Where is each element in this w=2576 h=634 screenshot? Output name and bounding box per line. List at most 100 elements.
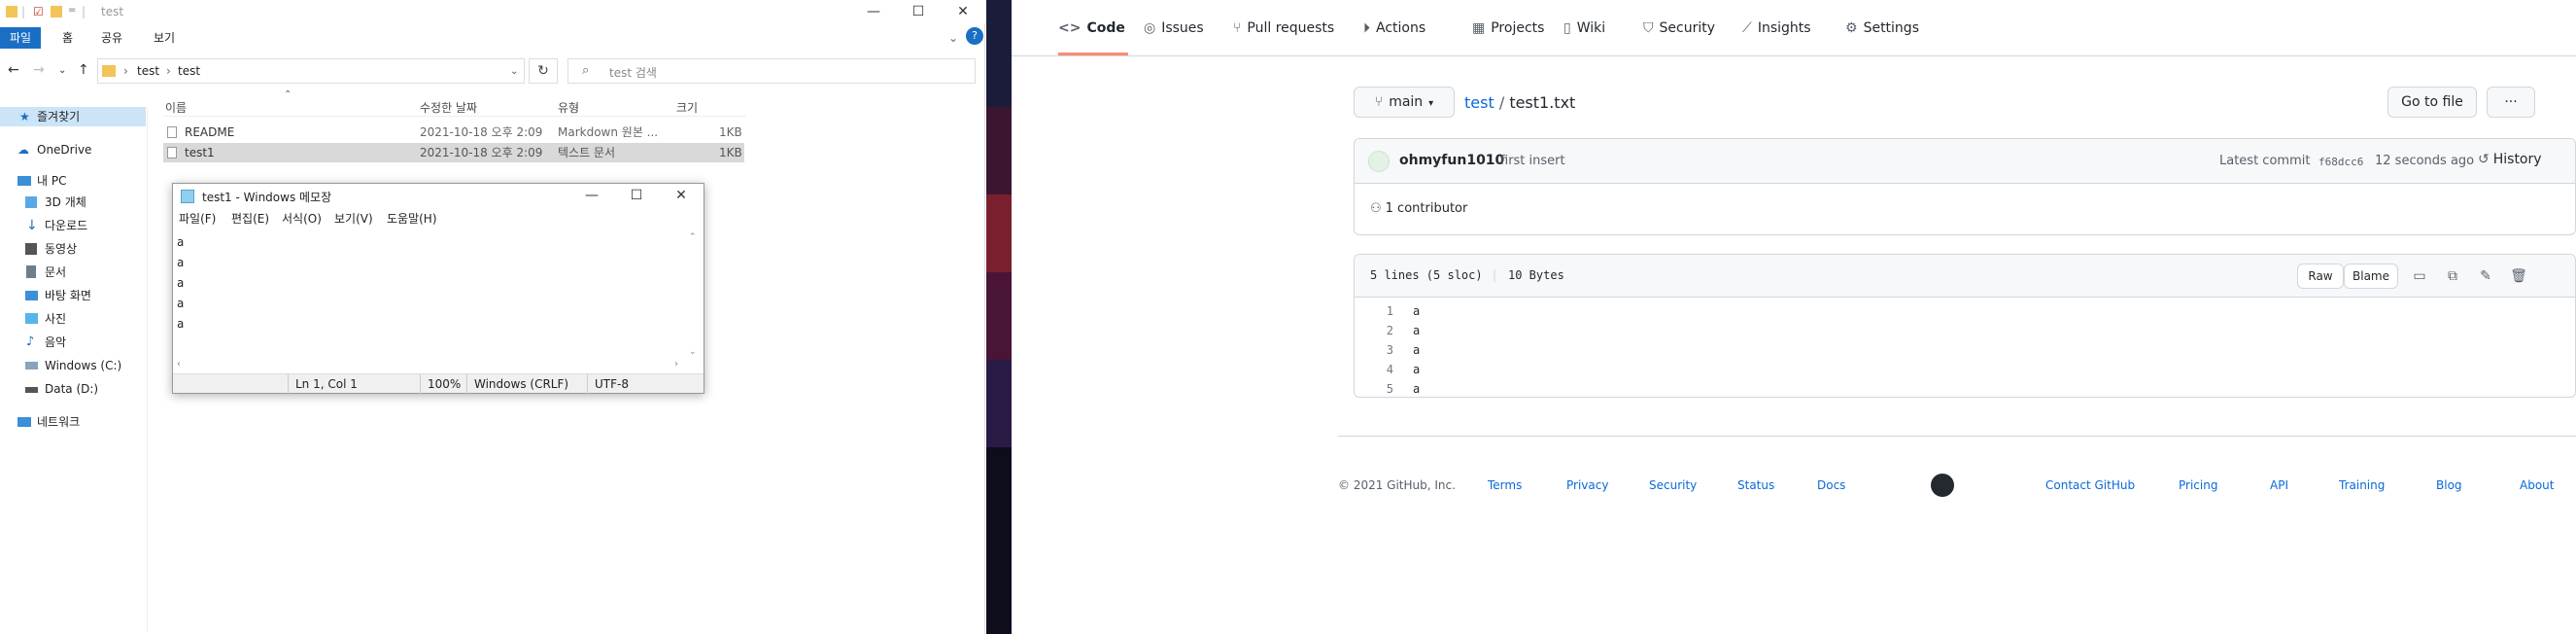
properties-icon[interactable]: ☑ bbox=[33, 5, 44, 18]
copy-icon[interactable]: ⧉ bbox=[2443, 266, 2462, 286]
breadcrumb-item[interactable]: test bbox=[137, 64, 159, 78]
code-line: 2a bbox=[1355, 321, 2575, 340]
tab-home[interactable]: 홈 bbox=[62, 29, 73, 47]
line-content: a bbox=[1413, 304, 1421, 318]
notepad-minimize-button[interactable]: — bbox=[569, 184, 614, 209]
nav-item-music[interactable]: ♪ 음악 bbox=[0, 333, 146, 352]
tab-security[interactable]: ⛉ Security bbox=[1643, 20, 1715, 40]
address-bar[interactable]: › test › test ⌄ bbox=[97, 58, 525, 84]
status-line-ending: Windows (CRLF) bbox=[474, 377, 569, 391]
minimize-button[interactable]: — bbox=[851, 0, 896, 23]
go-to-file-button[interactable]: Go to file bbox=[2387, 87, 2477, 118]
menu-edit[interactable]: 편집(E) bbox=[231, 210, 269, 227]
blame-button[interactable]: Blame bbox=[2344, 264, 2398, 289]
history-link[interactable]: ↺ History bbox=[2478, 152, 2542, 167]
raw-button[interactable]: Raw bbox=[2297, 264, 2344, 289]
tab-projects[interactable]: ▦ Projects bbox=[1472, 20, 1544, 40]
footer-link-training[interactable]: Training bbox=[2339, 478, 2385, 492]
nav-item-quick-access[interactable]: ★ 즐겨찾기 bbox=[0, 107, 146, 126]
nav-item-pictures[interactable]: 사진 bbox=[0, 309, 146, 329]
tab-actions[interactable]: ⏵ Actions bbox=[1363, 20, 1425, 40]
nav-item-onedrive[interactable]: ☁ OneDrive bbox=[0, 140, 146, 159]
avatar[interactable] bbox=[1368, 151, 1390, 172]
nav-item-drive-c[interactable]: Windows (C:) bbox=[0, 356, 146, 375]
footer-link-blog[interactable]: Blog bbox=[2436, 478, 2462, 492]
tab-issues[interactable]: ◎ Issues bbox=[1144, 20, 1204, 40]
nav-item-3d-objects[interactable]: 3D 개체 bbox=[0, 193, 146, 212]
menu-view[interactable]: 보기(V) bbox=[334, 210, 373, 227]
line-number[interactable]: 2 bbox=[1355, 321, 1393, 340]
maximize-button[interactable]: ☐ bbox=[896, 0, 941, 23]
column-type[interactable]: 유형 bbox=[558, 99, 579, 116]
menu-help[interactable]: 도움말(H) bbox=[387, 210, 437, 227]
footer-link-status[interactable]: Status bbox=[1737, 478, 1774, 492]
desktop-icon[interactable]: ▭ bbox=[2410, 266, 2429, 286]
chevron-down-icon[interactable]: ⌄ bbox=[510, 66, 518, 77]
horizontal-scrollbar[interactable]: ‹ › bbox=[173, 359, 686, 372]
repo-link[interactable]: test bbox=[1464, 93, 1494, 112]
footer-link-terms[interactable]: Terms bbox=[1488, 478, 1522, 492]
menu-format[interactable]: 서식(O) bbox=[282, 210, 322, 227]
footer-link-pricing[interactable]: Pricing bbox=[2179, 478, 2217, 492]
column-size[interactable]: 크기 bbox=[676, 99, 698, 116]
footer-link-contact[interactable]: Contact GitHub bbox=[2045, 478, 2135, 492]
search-box[interactable]: ⌕ test 검색 bbox=[567, 58, 976, 84]
line-number[interactable]: 4 bbox=[1355, 360, 1393, 379]
branch-selector-button[interactable]: ⑂ main ▾ bbox=[1354, 87, 1455, 118]
file-row-readme[interactable]: README 2021-10-18 오후 2:09 Markdown 원본 ..… bbox=[163, 123, 744, 142]
commit-author[interactable]: ohmyfun1010 bbox=[1399, 153, 1504, 168]
tab-pull-requests[interactable]: ⑂ Pull requests bbox=[1233, 20, 1334, 40]
column-date[interactable]: 수정한 날짜 bbox=[420, 99, 477, 116]
commit-sha[interactable]: f68dcc6 bbox=[2318, 156, 2363, 168]
forward-arrow-icon[interactable]: → bbox=[33, 62, 45, 78]
github-logo-icon[interactable] bbox=[1931, 474, 1954, 497]
tab-insights[interactable]: ⟋ Insights bbox=[1742, 20, 1811, 40]
footer-link-api[interactable]: API bbox=[2270, 478, 2288, 492]
pencil-icon[interactable]: ✎ bbox=[2476, 266, 2495, 286]
tab-view[interactable]: 보기 bbox=[154, 29, 175, 47]
search-input[interactable]: test 검색 bbox=[609, 64, 657, 81]
column-name[interactable]: 이름 bbox=[165, 99, 187, 116]
customize-quick-access-icon[interactable]: = bbox=[68, 5, 76, 16]
footer-link-docs[interactable]: Docs bbox=[1817, 478, 1845, 492]
nav-item-downloads[interactable]: ↓ 다운로드 bbox=[0, 216, 146, 235]
contributors-link[interactable]: ⚇ 1 contributor bbox=[1370, 201, 1467, 216]
vertical-scrollbar[interactable]: ⌃ ⌄ bbox=[686, 232, 702, 359]
chevron-down-icon[interactable]: ⌄ bbox=[948, 29, 958, 47]
more-options-button[interactable]: ··· bbox=[2487, 87, 2535, 118]
notepad-close-button[interactable]: ✕ bbox=[659, 184, 704, 209]
commit-message[interactable]: first insert bbox=[1500, 154, 1565, 168]
tab-code[interactable]: <> Code bbox=[1058, 20, 1125, 40]
tab-settings[interactable]: ⚙ Settings bbox=[1845, 20, 1919, 40]
up-arrow-icon[interactable]: ↑ bbox=[78, 62, 89, 78]
new-folder-icon[interactable] bbox=[51, 6, 62, 18]
notepad-maximize-button[interactable]: ☐ bbox=[614, 184, 659, 209]
line-content: a bbox=[1413, 343, 1421, 357]
nav-item-network[interactable]: 네트워크 bbox=[0, 412, 146, 432]
line-number[interactable]: 3 bbox=[1355, 340, 1393, 360]
refresh-button[interactable]: ↻ bbox=[529, 58, 558, 84]
footer-link-privacy[interactable]: Privacy bbox=[1566, 478, 1608, 492]
tab-file[interactable]: 파일 bbox=[0, 27, 42, 49]
help-icon[interactable]: ? bbox=[966, 27, 983, 45]
trash-icon[interactable]: 🗑 bbox=[2509, 266, 2528, 286]
footer-link-about[interactable]: About bbox=[2520, 478, 2554, 492]
footer-link-security[interactable]: Security bbox=[1649, 478, 1697, 492]
notepad-text-area[interactable]: a a a a a bbox=[177, 232, 678, 349]
nav-item-this-pc[interactable]: 내 PC bbox=[0, 171, 146, 191]
tab-wiki[interactable]: ▯ Wiki bbox=[1563, 20, 1605, 40]
back-arrow-icon[interactable]: ← bbox=[8, 62, 19, 78]
line-number[interactable]: 5 bbox=[1355, 379, 1393, 397]
nav-item-drive-d[interactable]: Data (D:) bbox=[0, 379, 146, 399]
file-row-test1[interactable]: test1 2021-10-18 오후 2:09 텍스트 문서 1KB bbox=[163, 143, 744, 162]
recent-locations-icon[interactable]: ⌄ bbox=[58, 65, 66, 76]
markdown-file-icon bbox=[167, 126, 177, 138]
line-number[interactable]: 1 bbox=[1355, 301, 1393, 321]
tab-share[interactable]: 공유 bbox=[101, 29, 122, 47]
close-button[interactable]: ✕ bbox=[941, 0, 985, 23]
menu-file[interactable]: 파일(F) bbox=[179, 210, 216, 227]
nav-item-documents[interactable]: 문서 bbox=[0, 263, 146, 282]
nav-item-videos[interactable]: 동영상 bbox=[0, 239, 146, 259]
nav-item-desktop[interactable]: 바탕 화면 bbox=[0, 286, 146, 305]
breadcrumb-item[interactable]: test bbox=[178, 64, 200, 78]
